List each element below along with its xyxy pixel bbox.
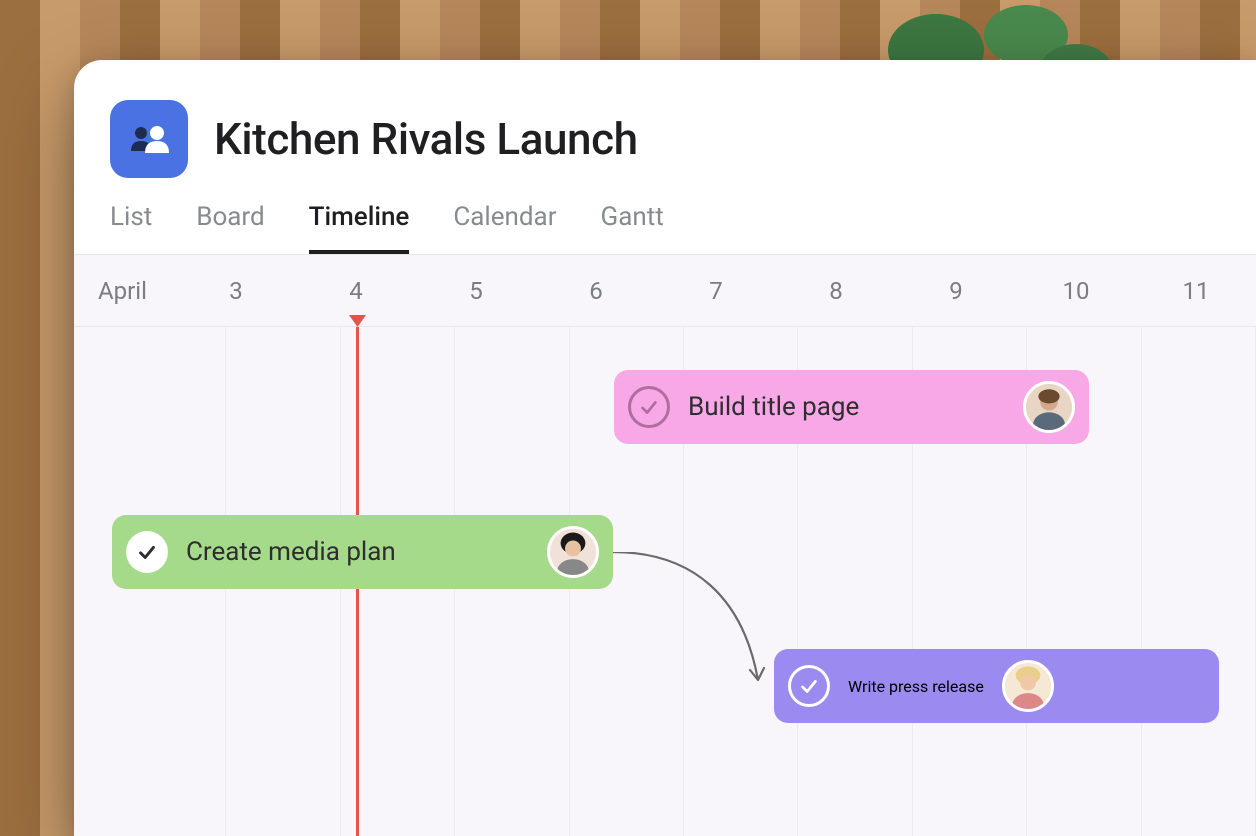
check-icon	[136, 541, 158, 563]
people-icon	[127, 125, 171, 153]
check-icon	[798, 675, 820, 697]
assignee-avatar[interactable]	[1023, 381, 1075, 433]
tab-list[interactable]: List	[110, 202, 152, 254]
date-header: 8	[776, 277, 896, 305]
assignee-avatar[interactable]	[547, 526, 599, 578]
task-bar-create-media-plan[interactable]: Create media plan	[112, 515, 613, 589]
today-marker-icon	[349, 315, 366, 327]
panel-header: Kitchen Rivals Launch List Board Timelin…	[74, 60, 1256, 254]
tabs: List Board Timeline Calendar Gantt	[110, 202, 1220, 254]
date-header: 10	[1016, 277, 1136, 305]
title-row: Kitchen Rivals Launch	[110, 100, 1220, 178]
tab-board[interactable]: Board	[196, 202, 264, 254]
task-title: Write press release	[848, 677, 984, 696]
date-cells: 3 4 5 6 7 8 9 10 11	[176, 277, 1256, 305]
tab-calendar[interactable]: Calendar	[453, 202, 556, 254]
date-header: 6	[536, 277, 656, 305]
check-icon	[638, 396, 660, 418]
task-check-icon[interactable]	[788, 665, 830, 707]
project-icon[interactable]	[110, 100, 188, 178]
date-row: April 3 4 5 6 7 8 9 10 11	[74, 255, 1256, 327]
task-check-icon[interactable]	[126, 531, 168, 573]
task-bar-build-title-page[interactable]: Build title page	[614, 370, 1089, 444]
tab-timeline[interactable]: Timeline	[309, 202, 410, 254]
date-header: 7	[656, 277, 776, 305]
month-label: April	[98, 277, 176, 305]
date-header: 4	[296, 277, 416, 305]
task-bar-write-press-release[interactable]: Write press release	[774, 649, 1219, 723]
timeline-area[interactable]: April 3 4 5 6 7 8 9 10 11	[74, 254, 1256, 836]
project-panel: Kitchen Rivals Launch List Board Timelin…	[74, 60, 1256, 836]
assignee-avatar[interactable]	[1002, 660, 1054, 712]
date-header: 9	[896, 277, 1016, 305]
date-header: 11	[1136, 277, 1256, 305]
date-header: 3	[176, 277, 296, 305]
task-check-icon[interactable]	[628, 386, 670, 428]
date-header: 5	[416, 277, 536, 305]
tab-gantt[interactable]: Gantt	[601, 202, 664, 254]
task-title: Create media plan	[186, 537, 529, 567]
project-title: Kitchen Rivals Launch	[214, 113, 638, 165]
task-title: Build title page	[688, 392, 1005, 422]
